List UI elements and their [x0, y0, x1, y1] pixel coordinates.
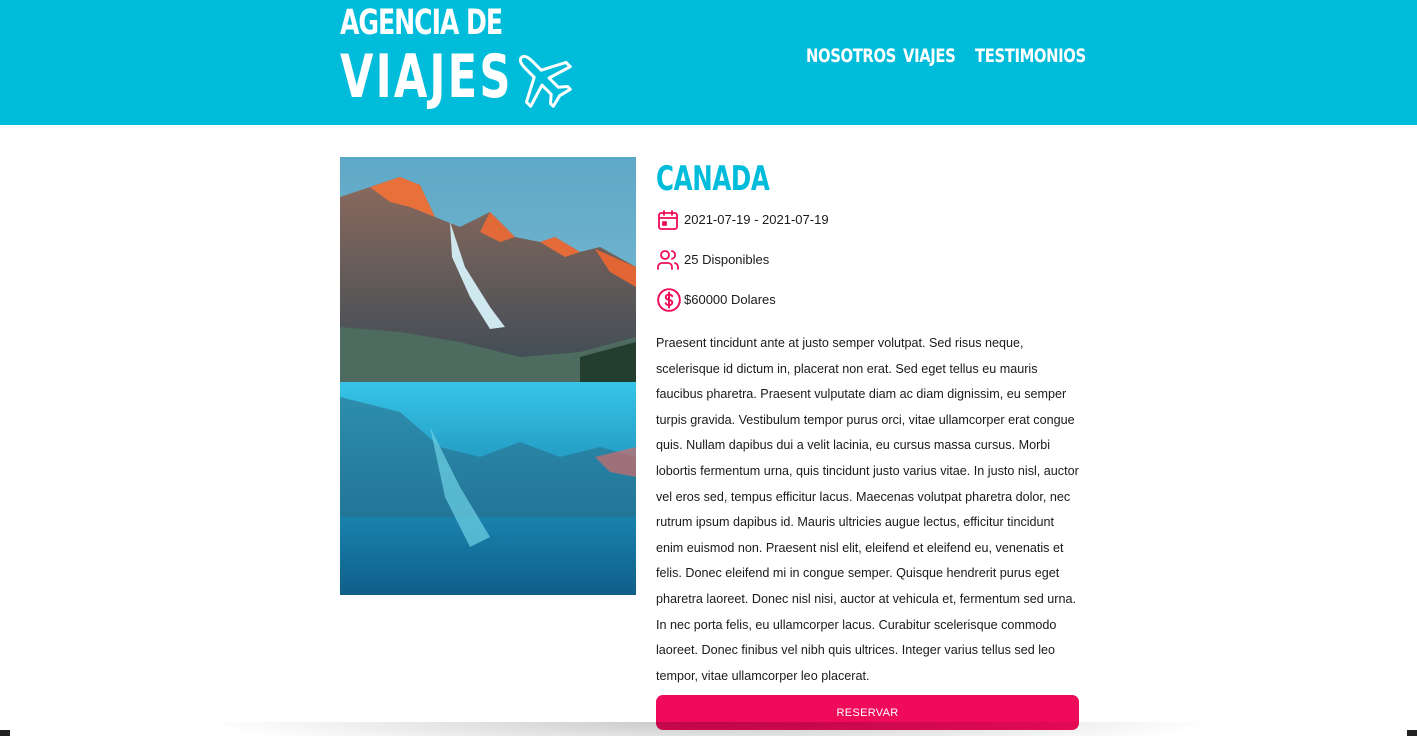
- nav-item-viajes[interactable]: VIAJES: [903, 43, 970, 69]
- window-corner-right: [1407, 730, 1417, 736]
- trip-info-list: 2021-07-19 - 2021-07-19 25 Disponibles $…: [656, 207, 1080, 313]
- airplane-icon: [518, 54, 572, 108]
- trip-dates: 2021-07-19 - 2021-07-19: [684, 212, 829, 227]
- nav-link-nosotros[interactable]: NOSOTROS: [806, 43, 896, 69]
- trip-availability: 25 Disponibles: [684, 252, 770, 267]
- trip-photo: [340, 157, 636, 595]
- trip-details: CANADA 2021-07-19 - 2021-07-19 25 Dispon…: [656, 157, 1080, 689]
- nav-link-testimonios[interactable]: TESTIMONIOS: [975, 43, 1086, 69]
- trip-title: CANADA: [656, 159, 770, 199]
- window-corner-left: [0, 730, 10, 736]
- trip-price-row: $60000 Dolares: [656, 287, 1080, 313]
- logo-text-line1: AGENCIA DE: [340, 3, 503, 43]
- dollar-circle-icon: [656, 287, 684, 313]
- trip-price: $60000 Dolares: [684, 292, 776, 307]
- site-logo[interactable]: AGENCIA DE VIAJES: [340, 2, 580, 112]
- nav-link-viajes[interactable]: VIAJES: [903, 43, 956, 69]
- calendar-icon: [656, 207, 684, 233]
- nav-item-testimonios[interactable]: TESTIMONIOS: [975, 43, 1117, 69]
- logo-text-line2: VIAJES: [340, 42, 513, 112]
- trip-availability-row: 25 Disponibles: [656, 247, 1080, 273]
- footer-shadow: [200, 722, 1220, 736]
- mountain-lake-image: [340, 157, 636, 595]
- trip-dates-row: 2021-07-19 - 2021-07-19: [656, 207, 1080, 233]
- site-header: AGENCIA DE VIAJES NOSOTROS VIAJES TESTIM…: [0, 0, 1417, 125]
- users-icon: [656, 247, 684, 273]
- trip-description: Praesent tincidunt ante at justo semper …: [656, 336, 1079, 683]
